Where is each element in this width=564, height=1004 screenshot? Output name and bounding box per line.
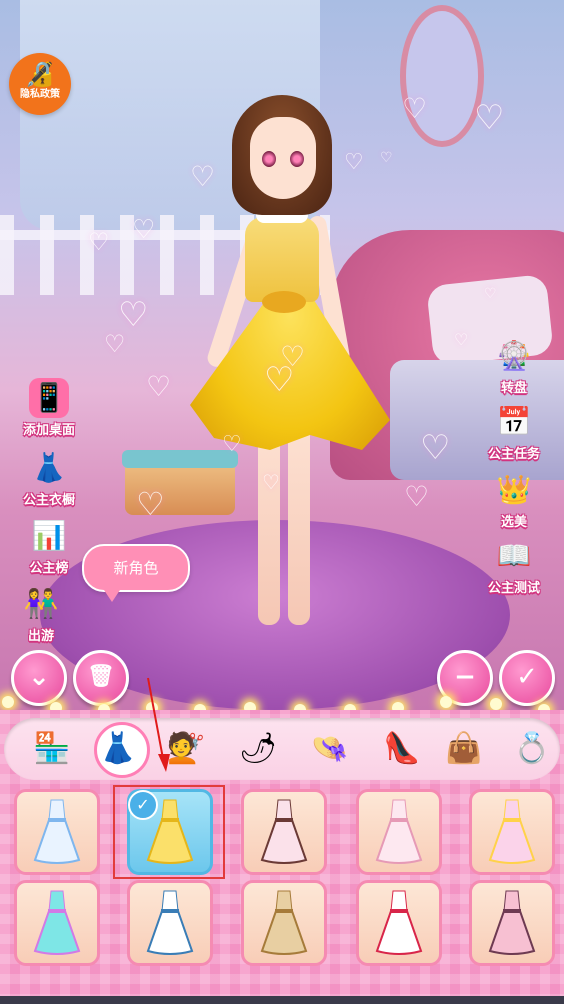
face	[250, 117, 316, 199]
heart-icon: ♡	[262, 470, 280, 494]
heart-icon: ♡	[474, 98, 505, 138]
wardrobe-label: 公主衣橱	[22, 493, 75, 508]
ranking-label: 公主榜	[29, 561, 69, 576]
hair-accessory-icon: 🌶	[238, 731, 278, 766]
heart-icon: ♡	[88, 228, 110, 256]
heart-icon: ♡	[190, 160, 216, 193]
ring-icon: 💍	[513, 731, 551, 766]
hat-icon: 👒	[311, 731, 349, 766]
selection-highlight-frame	[113, 785, 225, 879]
tab-shop[interactable]: 🏪	[22, 718, 82, 780]
dress-icon	[33, 799, 81, 864]
tab-dress[interactable]: 👗	[88, 718, 150, 780]
document-lock-icon: 🔏	[25, 60, 55, 88]
trash-icon: 🗑	[87, 664, 115, 689]
red-arrow-icon	[147, 677, 170, 772]
dress-icon	[260, 799, 308, 864]
system-nav-bar	[0, 996, 564, 1004]
left-eye	[262, 151, 276, 167]
tab-bag[interactable]: 👜	[434, 718, 494, 780]
tab-ring[interactable]: 💍	[502, 718, 562, 780]
dress-icon	[260, 890, 308, 955]
wheel-icon: 🎡	[496, 339, 532, 372]
category-tab-bar: 🏪 👗 💇 🌶 👒 👠 👜 💍	[4, 718, 560, 780]
dress-bodice	[245, 217, 319, 302]
heart-icon: ♡	[402, 92, 428, 125]
double-chevron-down-icon: ⌄	[28, 662, 50, 692]
beauty-contest-label: 选美	[500, 515, 527, 530]
heart-icon: ♡	[484, 286, 497, 302]
test-book-icon: 📖	[496, 539, 532, 572]
dress-icon	[375, 890, 423, 955]
dress-item-dress-rainbow[interactable]	[14, 880, 100, 966]
light-bulb	[490, 698, 502, 710]
heart-icon: ♡	[264, 360, 295, 400]
add-desktop-icon: 📱	[29, 378, 69, 418]
heart-icon: ♡	[146, 370, 172, 403]
outing-button[interactable]: 👫 出游	[1, 584, 81, 644]
heart-icon: ♡	[136, 485, 165, 523]
checkmark-icon: ✓	[516, 662, 538, 692]
heart-icon: ♡	[454, 330, 469, 349]
light-bulb	[2, 696, 14, 708]
heart-icon: ♡	[420, 428, 451, 468]
tab-hat[interactable]: 👒	[300, 718, 360, 780]
princess-test-button[interactable]: 📖 公主测试	[474, 536, 554, 596]
minus-icon: −	[454, 662, 476, 692]
dress-icon	[375, 799, 423, 864]
dress-item-dress-pink-gown[interactable]	[356, 789, 442, 875]
wardrobe-icon: 👗	[31, 451, 67, 484]
waist-bow	[262, 291, 306, 313]
dress-item-dress-pink-ruffle[interactable]	[469, 789, 555, 875]
new-role-bubble[interactable]: 新角色	[82, 544, 190, 602]
dress-item-dress-red-white[interactable]	[356, 880, 442, 966]
right-leg	[288, 425, 310, 625]
heart-icon: ♡	[104, 330, 126, 358]
light-bulb	[440, 696, 452, 708]
outing-icon: 👫	[23, 587, 59, 620]
heart-icon: ♡	[118, 295, 149, 335]
dress-icon	[488, 890, 536, 955]
dress-item-dress-pink-bow[interactable]	[241, 789, 327, 875]
dress-item-dress-pink-layered[interactable]	[469, 880, 555, 966]
left-leg	[258, 425, 280, 625]
right-eye	[290, 151, 304, 167]
heart-icon: ♡	[132, 215, 156, 245]
beauty-contest-button[interactable]: 👑 选美	[474, 470, 554, 530]
dress-item-dress-blue-lace[interactable]	[14, 789, 100, 875]
dress-icon: 👗	[99, 731, 137, 766]
shop-icon: 🏪	[33, 731, 71, 766]
dress-icon	[488, 799, 536, 864]
wall-mirror	[400, 5, 484, 147]
dress-item-dress-gold-gown[interactable]	[241, 880, 327, 966]
privacy-policy-button[interactable]: 🔏 隐私政策	[9, 53, 71, 115]
dress-icon	[33, 890, 81, 955]
ranking-button[interactable]: 📊 公主榜	[9, 516, 89, 576]
privacy-policy-label: 隐私政策	[20, 89, 60, 100]
tab-accessory[interactable]: 🌶	[228, 718, 288, 780]
add-desktop-button[interactable]: 📱 添加桌面	[9, 378, 89, 438]
princess-task-label: 公主任务	[487, 447, 540, 462]
wardrobe-button[interactable]: 👗 公主衣橱	[9, 448, 89, 508]
crown-icon: 👑	[496, 473, 532, 506]
heart-icon: ♡	[380, 150, 393, 166]
heart-icon: ♡	[344, 150, 364, 175]
add-desktop-label: 添加桌面	[22, 423, 75, 438]
task-calendar-icon: 📅	[496, 405, 532, 438]
shoes-icon: 👠	[383, 731, 421, 766]
wheel-button[interactable]: 🎡 转盘	[474, 336, 554, 396]
bag-icon: 👜	[445, 731, 483, 766]
tab-shoes[interactable]: 👠	[372, 718, 432, 780]
dress-item-dress-white-blue[interactable]	[127, 880, 213, 966]
princess-test-label: 公主测试	[487, 581, 540, 596]
dress-icon	[146, 890, 194, 955]
ranking-icon: 📊	[31, 519, 67, 552]
wheel-label: 转盘	[500, 381, 527, 396]
heart-icon: ♡	[404, 480, 430, 513]
princess-task-button[interactable]: 📅 公主任务	[474, 402, 554, 462]
outing-label: 出游	[27, 629, 54, 644]
heart-icon: ♡	[222, 432, 242, 457]
